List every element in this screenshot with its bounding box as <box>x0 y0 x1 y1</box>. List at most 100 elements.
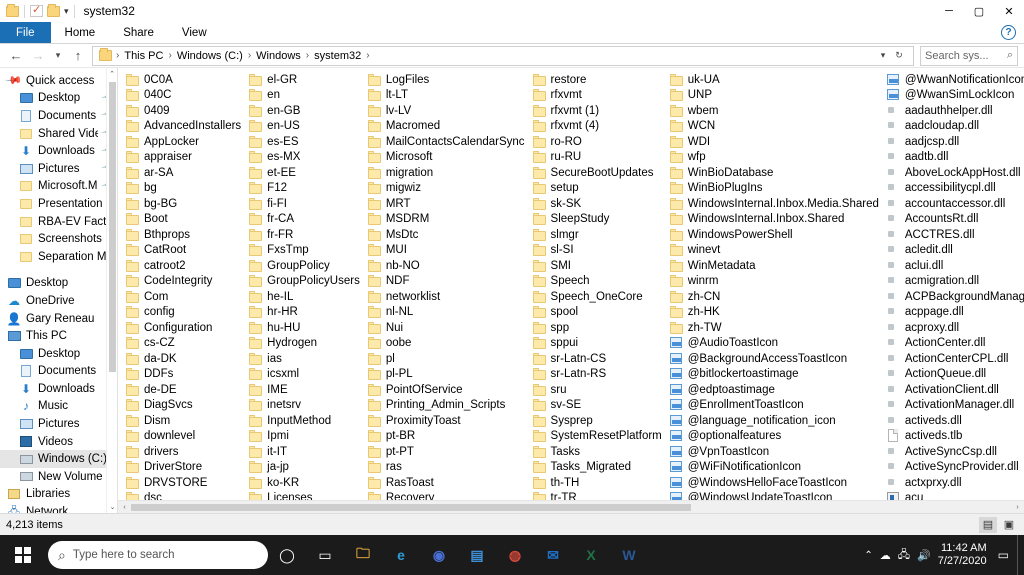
file-list-item[interactable]: pt-BR <box>364 429 529 445</box>
tab-view[interactable]: View <box>168 22 221 43</box>
file-list-item[interactable]: ja-jp <box>245 460 364 476</box>
file-list-item[interactable]: cs-CZ <box>122 336 245 352</box>
volume-tray-icon[interactable]: 🔊 <box>917 549 931 562</box>
file-list-item[interactable]: CatRoot <box>122 243 245 259</box>
file-list-item[interactable]: UNP <box>666 88 883 104</box>
file-list-item[interactable]: SleepStudy <box>529 212 666 228</box>
file-list-item[interactable]: sk-SK <box>529 196 666 212</box>
file-list-item[interactable]: WinMetadata <box>666 258 883 274</box>
file-list-item[interactable]: networklist <box>364 289 529 305</box>
store-button[interactable]: ▤ <box>458 535 496 575</box>
sidebar-item-gary-reneau[interactable]: 👤 Gary Reneau <box>0 310 117 328</box>
scrollbar-track[interactable] <box>131 501 1011 514</box>
sidebar-item-microsoft-mi[interactable]: Microsoft.Mi»📌 <box>0 177 117 196</box>
file-list-item[interactable]: migration <box>364 165 529 181</box>
file-list-item[interactable]: Nui <box>364 320 529 336</box>
file-list-item[interactable]: zh-TW <box>666 320 883 336</box>
file-list-item[interactable]: @WwanSimLockIcon <box>883 88 1024 104</box>
customize-qat-chevron-down-icon[interactable]: ▾ <box>62 6 71 17</box>
scroll-left-icon[interactable]: ‹ <box>118 501 131 514</box>
show-desktop-button[interactable] <box>1017 535 1024 575</box>
network-tray-icon[interactable]: 🖧 <box>898 546 910 565</box>
search-input[interactable]: Search sys... ⌕ <box>920 45 1018 66</box>
sidebar-item-libraries[interactable]: Libraries <box>0 486 117 504</box>
sidebar-item-separation-mem[interactable]: Separation Mem <box>0 248 117 266</box>
file-list-item[interactable]: it-IT <box>245 444 364 460</box>
start-button[interactable] <box>0 535 46 575</box>
file-list-item[interactable]: @EnrollmentToastIcon <box>666 398 883 414</box>
address-history-chevron-down-icon[interactable]: ▾ <box>875 46 891 66</box>
file-list-item[interactable]: spool <box>529 305 666 321</box>
file-list-item[interactable]: @WiFiNotificationIcon <box>666 460 883 476</box>
chrome-button[interactable]: ◍ <box>496 535 534 575</box>
file-list-item[interactable]: @WindowsHelloFaceToastIcon <box>666 475 883 491</box>
file-list-item[interactable]: et-EE <box>245 165 364 181</box>
new-folder-icon[interactable] <box>45 3 62 20</box>
file-list-item[interactable]: en-GB <box>245 103 364 119</box>
file-list-item[interactable]: Boot <box>122 212 245 228</box>
scrollbar-thumb[interactable] <box>131 503 691 511</box>
file-list-item[interactable]: fi-FI <box>245 196 364 212</box>
close-button[interactable]: ✕ <box>994 0 1024 22</box>
file-list-item[interactable]: da-DK <box>122 351 245 367</box>
file-list-item[interactable]: DDFs <box>122 367 245 383</box>
file-list-item[interactable]: FxsTmp <box>245 243 364 259</box>
outlook-button[interactable]: ✉ <box>534 535 572 575</box>
file-list-item[interactable]: MRT <box>364 196 529 212</box>
file-list-item[interactable]: 0409 <box>122 103 245 119</box>
file-list-item[interactable]: fr-FR <box>245 227 364 243</box>
file-list-item[interactable]: spp <box>529 320 666 336</box>
file-list-item[interactable]: CodeIntegrity <box>122 274 245 290</box>
file-list-item[interactable]: es-MX <box>245 150 364 166</box>
file-list-item[interactable]: @language_notification_icon <box>666 413 883 429</box>
file-list-item[interactable]: WDI <box>666 134 883 150</box>
tab-share[interactable]: Share <box>109 22 168 43</box>
file-list-item[interactable]: he-IL <box>245 289 364 305</box>
file-list-item[interactable]: MUI <box>364 243 529 259</box>
file-list-item[interactable]: setup <box>529 181 666 197</box>
breadcrumb-item-windows[interactable]: Windows <box>253 50 304 62</box>
back-button[interactable]: ← <box>6 46 26 66</box>
sidebar-item-desktop[interactable]: Desktop <box>0 345 117 363</box>
file-list-item[interactable]: GroupPolicy <box>245 258 364 274</box>
file-list-item[interactable]: inetsrv <box>245 398 364 414</box>
file-list-item[interactable]: rfxvmt (4) <box>529 119 666 135</box>
file-list-item[interactable]: DRVSTORE <box>122 475 245 491</box>
file-list-item[interactable]: acmigration.dll <box>883 274 1024 290</box>
file-list-item[interactable]: WinBioDatabase <box>666 165 883 181</box>
sidebar-item-documents[interactable]: Documents <box>0 363 117 381</box>
file-list-pane[interactable]: 0C0A 040C 0409 AdvancedInstallers AppLocker a… <box>118 68 1024 513</box>
file-list-item[interactable]: Hydrogen <box>245 336 364 352</box>
file-list-item[interactable]: Printing_Admin_Scripts <box>364 398 529 414</box>
file-list-item[interactable]: ias <box>245 351 364 367</box>
help-icon[interactable]: ? <box>1001 25 1016 40</box>
breadcrumb-item-windows-c[interactable]: Windows (C:) <box>174 50 246 62</box>
file-list-item[interactable]: MailContactsCalendarSync <box>364 134 529 150</box>
file-list-item[interactable]: ACCTRES.dll <box>883 227 1024 243</box>
sidebar-item-videos[interactable]: Videos <box>0 433 117 451</box>
tab-file[interactable]: File <box>0 22 51 43</box>
file-list-item[interactable]: rfxvmt (1) <box>529 103 666 119</box>
file-list-item[interactable]: Bthprops <box>122 227 245 243</box>
up-button[interactable]: ↑ <box>68 46 88 66</box>
file-list-item[interactable]: sv-SE <box>529 398 666 414</box>
file-list-item[interactable]: ActiveSyncProvider.dll <box>883 460 1024 476</box>
sidebar-item-screenshots[interactable]: Screenshots <box>0 230 117 248</box>
file-list-item[interactable]: activeds.dll <box>883 413 1024 429</box>
file-list-item[interactable]: aclui.dll <box>883 258 1024 274</box>
file-list-item[interactable]: ko-KR <box>245 475 364 491</box>
navigation-scrollbar[interactable]: ⌃ ⌄ <box>106 68 117 513</box>
sidebar-item-downloads[interactable]: ⬇Downloads📌 <box>0 142 117 160</box>
file-list-item[interactable]: sr-Latn-CS <box>529 351 666 367</box>
file-list-item[interactable]: bg-BG <box>122 196 245 212</box>
horizontal-scrollbar[interactable]: ‹ › <box>118 500 1024 513</box>
file-list-item[interactable]: accountaccessor.dll <box>883 196 1024 212</box>
file-list-item[interactable]: 040C <box>122 88 245 104</box>
file-list-item[interactable]: GroupPolicyUsers <box>245 274 364 290</box>
file-list-item[interactable]: Tasks_Migrated <box>529 460 666 476</box>
large-icons-view-button[interactable]: ▣ <box>1000 517 1018 533</box>
file-list-item[interactable]: en-US <box>245 119 364 135</box>
file-list-item[interactable]: WinBioPlugIns <box>666 181 883 197</box>
file-list-item[interactable]: aadauthhelper.dll <box>883 103 1024 119</box>
sidebar-item-onedrive[interactable]: ☁ OneDrive <box>0 292 117 310</box>
